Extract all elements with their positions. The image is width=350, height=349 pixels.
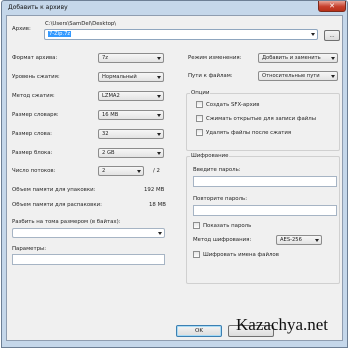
format-value: 7z (102, 55, 109, 61)
level-label: Уровень сжатия: (12, 74, 60, 80)
update-mode-value: Добавить и заменить (262, 55, 321, 61)
chevron-down-icon (158, 232, 162, 235)
block-value: 2 GB (102, 150, 115, 156)
paths-label: Пути к файлам: (188, 73, 233, 79)
browse-button[interactable]: ... (324, 30, 340, 41)
update-mode-label: Режим изменения: (188, 55, 242, 61)
repeat-password-input[interactable] (193, 205, 337, 216)
mem-pack-label: Объем памяти для упаковки: (12, 187, 96, 193)
watermark-text: Kazachya.net (236, 315, 329, 334)
word-value: 32 (102, 131, 109, 137)
encrypt-names-checkbox[interactable] (193, 251, 200, 258)
password-label: Введите пароль: (193, 167, 241, 173)
enc-method-label: Метод шифрования: (193, 237, 252, 243)
method-value: LZMA2 (102, 93, 120, 99)
dialog-window: Добавить к архиву ✕ Архив: C:\Users\SamD… (1, 0, 348, 348)
level-select[interactable]: Нормальный (98, 72, 164, 82)
chevron-down-icon (157, 152, 161, 155)
close-button[interactable]: ✕ (318, 1, 346, 12)
window-title: Добавить к архиву (8, 4, 68, 11)
shared-files-checkbox[interactable] (196, 115, 203, 122)
mem-pack-value: 192 MB (144, 187, 165, 193)
archive-filename: 7-Zip.7z (48, 31, 72, 37)
mem-unpack-label: Объем памяти для распаковки: (12, 202, 102, 208)
chevron-down-icon (157, 57, 161, 60)
options-title: Опции (190, 90, 211, 96)
sfx-checkbox[interactable] (196, 101, 203, 108)
word-select[interactable]: 32 (98, 129, 164, 139)
dialog-client-area: Архив: C:\Users\SamDel\Desktop\ 7-Zip.7z… (6, 15, 343, 341)
delete-after-label: Удалять файлы после сжатия (206, 130, 292, 136)
archive-label: Архив: (12, 26, 31, 32)
format-label: Формат архива: (12, 55, 58, 61)
threads-value: 2 (102, 168, 106, 174)
mem-unpack-value: 18 MB (149, 202, 166, 208)
chevron-down-icon (157, 76, 161, 79)
update-mode-select[interactable]: Добавить и заменить (258, 53, 338, 63)
dict-label: Размер словаря: (12, 112, 59, 118)
params-label: Параметры: (12, 246, 47, 252)
repeat-password-label: Повторите пароль: (193, 196, 248, 202)
paths-value: Относительные пути (262, 73, 320, 79)
block-label: Размер блока: (12, 150, 53, 156)
word-label: Размер слова: (12, 131, 52, 137)
method-label: Метод сжатия: (12, 93, 55, 99)
dict-select[interactable]: 16 MB (98, 110, 164, 120)
chevron-down-icon (137, 170, 141, 173)
threads-select[interactable]: 2 (98, 166, 144, 176)
split-volume-combobox[interactable] (12, 228, 165, 238)
method-select[interactable]: LZMA2 (98, 91, 164, 101)
shared-files-label: Сжимать открытые для записи файлы (206, 116, 316, 122)
chevron-down-icon (157, 114, 161, 117)
encrypt-names-label: Шифровать имена файлов (203, 252, 279, 258)
chevron-down-icon (331, 75, 335, 78)
chevron-down-icon (331, 57, 335, 60)
chevron-down-icon (157, 133, 161, 136)
threads-label: Число потоков: (12, 168, 56, 174)
encryption-title: Шифрование (190, 153, 230, 159)
password-input[interactable] (193, 176, 337, 187)
paths-select[interactable]: Относительные пути (258, 71, 338, 81)
format-select[interactable]: 7z (98, 53, 164, 63)
params-input[interactable] (12, 254, 165, 265)
show-password-label: Показать пароль (203, 223, 252, 229)
threads-max: / 2 (153, 168, 160, 174)
chevron-down-icon (315, 239, 319, 242)
sfx-label: Создать SFX-архив (206, 102, 260, 108)
level-value: Нормальный (102, 74, 137, 80)
enc-method-value: AES-256 (280, 237, 302, 243)
show-password-checkbox[interactable] (193, 222, 200, 229)
title-bar[interactable]: Добавить к архиву ✕ (2, 1, 347, 15)
enc-method-select[interactable]: AES-256 (276, 235, 322, 245)
ok-button[interactable]: OK (176, 325, 222, 337)
split-label: Разбить на тома размером (в байтах): (12, 219, 121, 225)
delete-after-checkbox[interactable] (196, 129, 203, 136)
close-icon: ✕ (329, 2, 335, 10)
archive-name-combobox[interactable]: 7-Zip.7z (44, 29, 318, 40)
chevron-down-icon[interactable] (311, 33, 315, 36)
dict-value: 16 MB (102, 112, 119, 118)
chevron-down-icon (157, 95, 161, 98)
archive-folder-path: C:\Users\SamDel\Desktop\ (45, 21, 117, 27)
block-select[interactable]: 2 GB (98, 148, 164, 158)
